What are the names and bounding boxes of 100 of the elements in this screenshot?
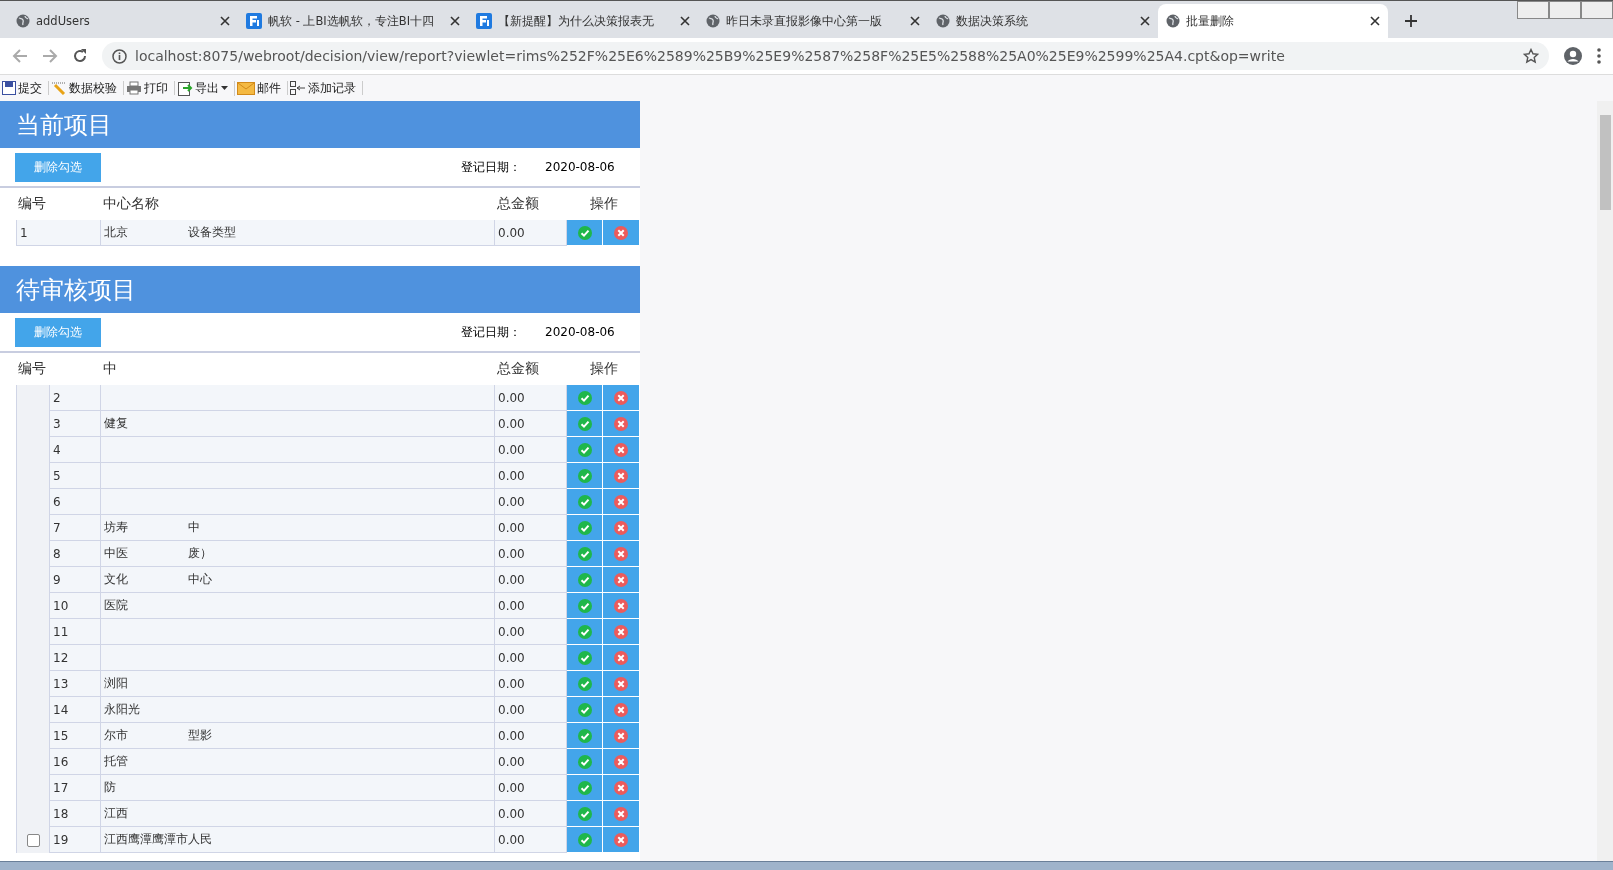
- close-icon[interactable]: [1140, 16, 1150, 26]
- name-fragment: 永阳光: [104, 701, 140, 718]
- delete-button[interactable]: [603, 697, 640, 722]
- approve-button[interactable]: [567, 515, 603, 540]
- account-icon[interactable]: [1563, 46, 1583, 66]
- delete-button[interactable]: [603, 749, 640, 774]
- delete-button[interactable]: [603, 723, 640, 748]
- delete-button[interactable]: [603, 645, 640, 670]
- forward-icon[interactable]: [42, 48, 58, 64]
- table-cell: 0.00: [495, 723, 567, 749]
- browser-tab[interactable]: 帆软 - 上BI选帆软，专注BI十四: [238, 4, 468, 38]
- delete-button[interactable]: [603, 619, 640, 644]
- check-icon: [577, 442, 592, 457]
- delete-button[interactable]: [603, 437, 640, 462]
- name-fragment: 中心: [188, 571, 212, 588]
- column-header: 中心名称: [102, 195, 160, 213]
- approve-button[interactable]: [567, 593, 603, 618]
- table-cell: 0.00: [495, 671, 567, 697]
- name-fragment: 中: [188, 519, 200, 536]
- close-icon: [614, 494, 628, 509]
- table-cell: 17: [50, 775, 101, 801]
- check-icon: [577, 676, 592, 691]
- approve-button[interactable]: [567, 463, 603, 488]
- new-tab-icon[interactable]: [1404, 14, 1418, 28]
- table-cell: 0.00: [495, 220, 567, 246]
- table-cell: 4: [50, 437, 101, 463]
- delete-button[interactable]: [603, 220, 640, 245]
- toolbar-button[interactable]: 邮件: [235, 81, 288, 95]
- close-icon: [614, 225, 628, 240]
- approve-button[interactable]: [567, 385, 603, 410]
- export-icon: [177, 80, 193, 96]
- delete-button[interactable]: [603, 593, 640, 618]
- toolbar-button[interactable]: 数据校验: [49, 81, 124, 95]
- close-icon: [614, 676, 628, 691]
- close-icon[interactable]: [1370, 16, 1380, 26]
- delete-button[interactable]: [603, 489, 640, 514]
- toolbar-button[interactable]: 打印: [124, 81, 175, 95]
- approve-button[interactable]: [567, 723, 603, 748]
- approve-button[interactable]: [567, 827, 603, 852]
- check-icon: [577, 806, 592, 821]
- delete-button[interactable]: [603, 671, 640, 696]
- delete-button[interactable]: [603, 385, 640, 410]
- approve-button[interactable]: [567, 489, 603, 514]
- name-fragment: 防: [104, 779, 116, 796]
- approve-button[interactable]: [567, 801, 603, 826]
- close-icon: [614, 754, 628, 769]
- star-icon[interactable]: [1523, 48, 1539, 64]
- approve-button[interactable]: [567, 437, 603, 462]
- browser-tab[interactable]: addUsers: [8, 4, 238, 38]
- toolbar-button[interactable]: 提交: [0, 81, 49, 95]
- column-header: 编号: [17, 360, 47, 378]
- delete-button[interactable]: [603, 541, 640, 566]
- name-fragment: 江西鹰潭鹰潭市人民: [104, 831, 212, 848]
- pencil-icon: [51, 81, 67, 95]
- close-icon[interactable]: [910, 16, 920, 26]
- table-cell: 3: [50, 411, 101, 437]
- approve-button[interactable]: [567, 697, 603, 722]
- back-icon[interactable]: [12, 48, 28, 64]
- reload-icon[interactable]: [72, 48, 88, 64]
- approve-button[interactable]: [567, 645, 603, 670]
- approve-button[interactable]: [567, 411, 603, 436]
- approve-button[interactable]: [567, 567, 603, 592]
- delete-button[interactable]: [603, 827, 640, 852]
- check-icon: [577, 650, 592, 665]
- close-icon[interactable]: [220, 16, 230, 26]
- toolbar-button[interactable]: 导出: [175, 80, 235, 96]
- approve-button[interactable]: [567, 775, 603, 800]
- approve-button[interactable]: [567, 749, 603, 774]
- toolbar-button[interactable]: 添加记录: [288, 81, 363, 95]
- close-icon: [614, 780, 628, 795]
- browser-tab[interactable]: 批量删除: [1158, 4, 1388, 38]
- close-icon[interactable]: [680, 16, 690, 26]
- delete-button[interactable]: [603, 411, 640, 436]
- close-icon[interactable]: [450, 16, 460, 26]
- menu-icon[interactable]: [1597, 48, 1601, 64]
- delete-button[interactable]: [603, 775, 640, 800]
- delete-button[interactable]: [603, 801, 640, 826]
- browser-tab[interactable]: 昨日未录直报影像中心第一版: [698, 4, 928, 38]
- approve-button[interactable]: [567, 671, 603, 696]
- table-cell: 8: [50, 541, 101, 567]
- delete-button[interactable]: [603, 463, 640, 488]
- delete-button[interactable]: [603, 567, 640, 592]
- check-icon: [577, 468, 592, 483]
- table-cell: 6: [50, 489, 101, 515]
- close-icon: [614, 650, 628, 665]
- browser-tab[interactable]: 【新提醒】为什么决策报表无: [468, 4, 698, 38]
- delete-button[interactable]: [603, 515, 640, 540]
- approve-button[interactable]: [567, 220, 603, 245]
- table-cell: 0.00: [495, 775, 567, 801]
- check-icon: [577, 572, 592, 587]
- approve-button[interactable]: [567, 619, 603, 644]
- approve-button[interactable]: [567, 541, 603, 566]
- section-header: 当前项目: [0, 101, 640, 148]
- browser-tab[interactable]: 数据决策系统: [928, 4, 1158, 38]
- name-fragment: 设备类型: [188, 224, 236, 241]
- checkbox[interactable]: [26, 834, 40, 847]
- close-icon: [614, 390, 628, 405]
- check-icon: [577, 494, 592, 509]
- check-icon: [577, 598, 592, 613]
- address-bar[interactable]: localhost:8075/webroot/decision/view/report?viewlet=rims%252F%25E6%2589%25B9%25E9%2587%258F%25E5%2588%25A0%25E9%2599%25A4.cpt&op=write: [102, 42, 1549, 70]
